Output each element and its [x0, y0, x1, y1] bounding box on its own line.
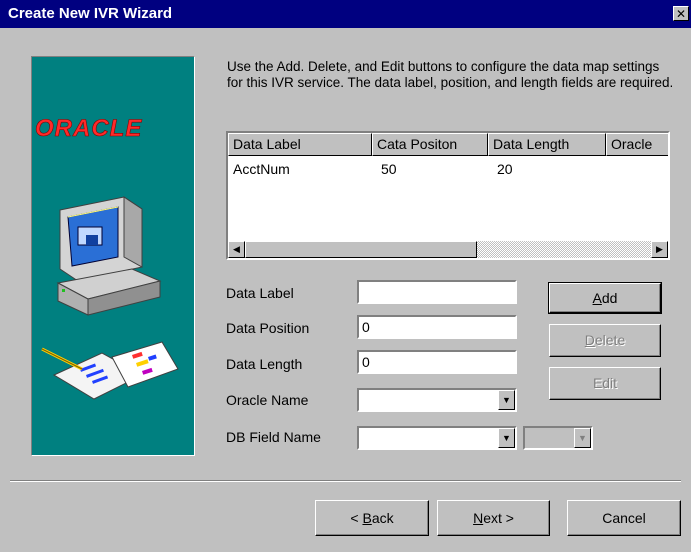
back-label: ack — [371, 510, 394, 526]
cell-data-position: 50 — [381, 161, 397, 177]
data-length-label: Data Length — [226, 356, 303, 372]
wizard-art-panel: ORACLE — [31, 56, 195, 456]
column-header-data-label[interactable]: Data Label — [228, 133, 372, 156]
data-label-label: Data Label — [226, 285, 294, 301]
oracle-name-dropdown-button[interactable]: ▼ — [498, 390, 515, 410]
scroll-left-button[interactable]: ◀ — [228, 241, 245, 258]
data-position-field[interactable]: 0 — [357, 315, 517, 339]
chevron-down-icon: ▼ — [502, 433, 511, 443]
next-button[interactable]: Next > — [437, 500, 550, 536]
chevron-down-icon: ▼ — [578, 433, 587, 443]
data-map-list[interactable]: Data Label Cata Positon Data Length Orac… — [226, 131, 670, 260]
add-mnemonic: A — [592, 290, 602, 306]
oracle-name-combo[interactable]: ▼ — [357, 388, 517, 412]
back-prefix: < — [350, 510, 363, 526]
title-bar: Create New IVR Wizard ✕ — [0, 0, 691, 28]
oracle-name-label: Oracle Name — [226, 392, 309, 408]
next-label: ext > — [483, 510, 514, 526]
instructions-text: Use the Add. Delete, and Edit buttons to… — [227, 59, 674, 90]
data-label-field[interactable] — [357, 280, 517, 304]
data-position-label: Data Position — [226, 320, 310, 336]
back-button[interactable]: < Back — [315, 500, 429, 536]
scroll-right-button[interactable]: ▶ — [651, 241, 668, 258]
data-length-field[interactable]: 0 — [357, 350, 517, 374]
delete-mnemonic: D — [584, 332, 595, 348]
chevron-down-icon: ▼ — [502, 395, 511, 405]
scroll-left-icon: ◀ — [233, 244, 240, 254]
scroll-thumb[interactable] — [245, 241, 477, 258]
cell-data-length: 20 — [497, 161, 513, 177]
delete-label: elete — [594, 332, 626, 348]
computer-illustration — [41, 196, 179, 400]
scroll-right-icon: ▶ — [656, 244, 663, 254]
db-field-name-combo[interactable]: ▼ — [357, 426, 517, 450]
next-mnemonic: N — [473, 510, 484, 526]
db-field-name-dropdown-button[interactable]: ▼ — [498, 428, 515, 448]
db-field-secondary-combo: ▼ — [523, 426, 593, 450]
footer-separator — [10, 480, 681, 482]
add-button[interactable]: Add — [548, 282, 662, 314]
close-button[interactable]: ✕ — [673, 6, 689, 21]
horizontal-scrollbar[interactable]: ◀ ▶ — [228, 241, 668, 258]
db-field-name-label: DB Field Name — [226, 429, 321, 445]
delete-button[interactable]: Delete — [549, 324, 661, 357]
cancel-button[interactable]: Cancel — [567, 500, 681, 536]
edit-button[interactable]: Edit — [549, 367, 661, 400]
cancel-label: Cancel — [602, 510, 646, 526]
secondary-dropdown-button: ▼ — [574, 428, 591, 448]
edit-label: Edit — [592, 375, 618, 391]
back-mnemonic: B — [362, 510, 372, 526]
window-title: Create New IVR Wizard — [8, 5, 173, 22]
column-header-data-position[interactable]: Cata Positon — [372, 133, 488, 156]
cell-data-label: AcctNum — [233, 161, 290, 177]
add-label: dd — [601, 290, 618, 306]
column-header-oracle[interactable]: Oracle — [606, 133, 668, 156]
column-header-data-length[interactable]: Data Length — [488, 133, 606, 156]
list-header: Data Label Cata Positon Data Length Orac… — [228, 133, 668, 156]
close-icon: ✕ — [675, 7, 687, 21]
